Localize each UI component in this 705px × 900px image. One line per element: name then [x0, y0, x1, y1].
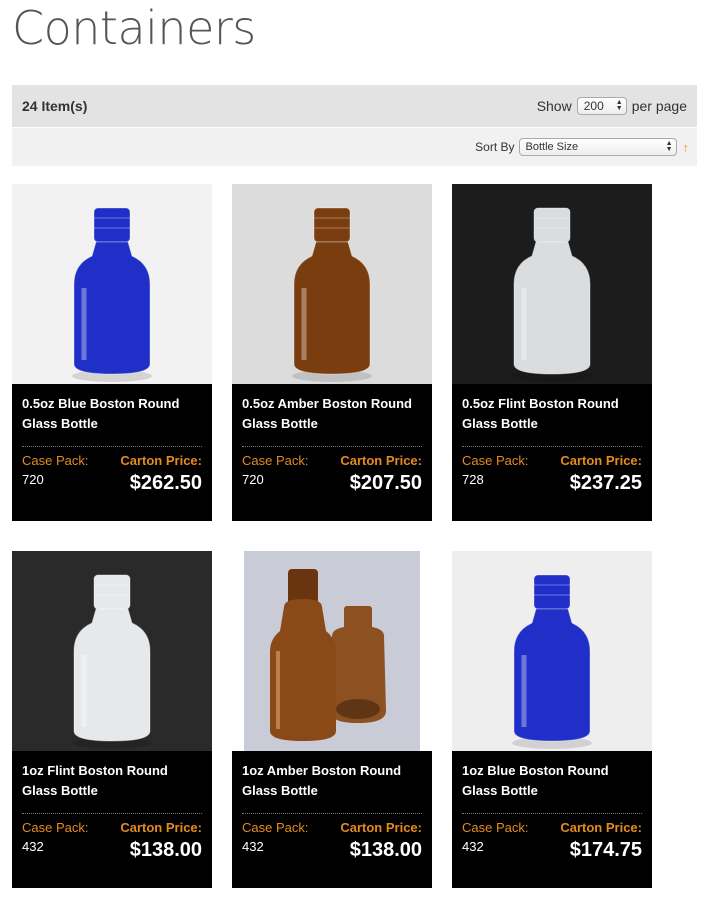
product-image[interactable]: [452, 551, 652, 751]
divider: [22, 446, 202, 447]
bottle-image: [12, 184, 212, 384]
case-pack-label: Case Pack:: [22, 453, 89, 468]
sort-select[interactable]: Bottle Size ▲ ▼: [518, 138, 677, 156]
arrow-up-icon[interactable]: ↑: [683, 140, 690, 155]
carton-price-label: Carton Price:: [340, 820, 422, 835]
case-pack-label: Case Pack:: [22, 820, 89, 835]
price-values-row: 720 $207.50: [242, 468, 422, 495]
product-image[interactable]: [12, 551, 212, 751]
per-page-value: 200: [583, 99, 604, 113]
price-values-row: 720 $262.50: [22, 468, 202, 495]
item-count: 24 Item(s): [22, 98, 88, 114]
case-pack-label: Case Pack:: [462, 820, 529, 835]
price-labels-row: Case Pack: Carton Price:: [22, 820, 202, 835]
carton-price: $138.00: [129, 839, 202, 861]
case-pack-label: Case Pack:: [242, 453, 309, 468]
product-image[interactable]: [232, 184, 432, 384]
price-labels-row: Case Pack: Carton Price:: [462, 820, 642, 835]
per-page-suffix: per page: [631, 98, 687, 114]
case-pack-value: 720: [242, 472, 264, 487]
carton-price: $262.50: [129, 472, 202, 494]
carton-price: $237.25: [569, 472, 642, 494]
price-values-row: 432 $138.00: [242, 835, 422, 862]
product-image[interactable]: [244, 551, 420, 751]
page-title: Containers: [12, 1, 256, 55]
bottle-image: [452, 184, 652, 384]
product-card[interactable]: 0.5oz Flint Boston Round Glass Bottle Ca…: [452, 384, 652, 521]
price-values-row: 432 $138.00: [22, 835, 202, 862]
product-name[interactable]: 1oz Blue Boston Round Glass Bottle: [462, 761, 642, 807]
toolbar: 24 Item(s) Show 200 ▲ ▼ per page: [12, 85, 697, 127]
case-pack-label: Case Pack:: [462, 453, 529, 468]
show-label: Show: [536, 98, 572, 114]
price-values-row: 728 $237.25: [462, 468, 642, 495]
carton-price-label: Carton Price:: [120, 820, 202, 835]
select-arrows-icon: ▲ ▼: [665, 140, 673, 153]
sort-bar: Sort By Bottle Size ▲ ▼ ↑: [12, 128, 697, 166]
carton-price-label: Carton Price:: [120, 453, 202, 468]
per-page-control: Show 200 ▲ ▼ per page: [537, 97, 687, 115]
product-image[interactable]: [452, 184, 652, 384]
sort-label: Sort By: [475, 140, 515, 154]
price-values-row: 432 $174.75: [462, 835, 642, 862]
case-pack-value: 432: [462, 839, 484, 854]
bottle-image: [12, 551, 212, 751]
carton-price: $174.75: [569, 839, 642, 861]
case-pack-label: Case Pack:: [242, 820, 309, 835]
bottle-image: [232, 184, 432, 384]
carton-price: $207.50: [349, 472, 422, 494]
price-labels-row: Case Pack: Carton Price:: [242, 453, 422, 468]
case-pack-value: 720: [22, 472, 44, 487]
product-image[interactable]: [12, 184, 212, 384]
carton-price-label: Carton Price:: [340, 453, 422, 468]
product-card[interactable]: 0.5oz Blue Boston Round Glass Bottle Cas…: [12, 384, 212, 521]
carton-price: $138.00: [349, 839, 422, 861]
product-name[interactable]: 1oz Amber Boston Round Glass Bottle: [242, 761, 422, 807]
product-name[interactable]: 1oz Flint Boston Round Glass Bottle: [22, 761, 202, 807]
bottle-image: [244, 551, 420, 751]
price-labels-row: Case Pack: Carton Price:: [242, 820, 422, 835]
stepper-arrows-icon: ▲ ▼: [615, 99, 623, 112]
divider: [462, 813, 642, 814]
product-name[interactable]: 0.5oz Amber Boston Round Glass Bottle: [242, 394, 422, 440]
divider: [22, 813, 202, 814]
product-card[interactable]: 1oz Blue Boston Round Glass Bottle Case …: [452, 751, 652, 888]
case-pack-value: 728: [462, 472, 484, 487]
product-card[interactable]: 0.5oz Amber Boston Round Glass Bottle Ca…: [232, 384, 432, 521]
divider: [242, 813, 422, 814]
case-pack-value: 432: [242, 839, 264, 854]
product-card[interactable]: 1oz Amber Boston Round Glass Bottle Case…: [232, 751, 432, 888]
price-labels-row: Case Pack: Carton Price:: [22, 453, 202, 468]
price-labels-row: Case Pack: Carton Price:: [462, 453, 642, 468]
product-name[interactable]: 0.5oz Flint Boston Round Glass Bottle: [462, 394, 642, 440]
case-pack-value: 432: [22, 839, 44, 854]
product-name[interactable]: 0.5oz Blue Boston Round Glass Bottle: [22, 394, 202, 440]
sort-value: Bottle Size: [525, 141, 579, 153]
divider: [462, 446, 642, 447]
carton-price-label: Carton Price:: [560, 453, 642, 468]
bottle-image: [452, 551, 652, 751]
per-page-select[interactable]: 200 ▲ ▼: [576, 97, 627, 115]
carton-price-label: Carton Price:: [560, 820, 642, 835]
divider: [242, 446, 422, 447]
product-card[interactable]: 1oz Flint Boston Round Glass Bottle Case…: [12, 751, 212, 888]
